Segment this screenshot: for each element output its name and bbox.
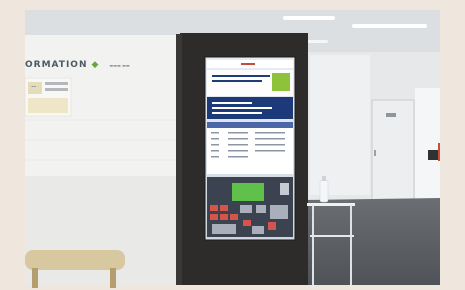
wall-sign-subtext: ▬▬▬ ▬▬ xyxy=(109,63,130,68)
poster-table xyxy=(28,98,68,113)
poster-text-line xyxy=(45,82,68,85)
ceiling-light xyxy=(283,16,335,20)
photo-frame: ⌔ ORMATION ◆ ▬▬▬ ▬▬ xyxy=(0,0,465,290)
bench-leg xyxy=(110,268,116,288)
message-line xyxy=(212,102,252,104)
wifi-symbol: ⌔ xyxy=(30,84,38,93)
floor xyxy=(305,198,440,285)
side-table-leg xyxy=(350,205,352,285)
screen-brand-mark xyxy=(241,63,255,65)
distant-object xyxy=(438,143,440,161)
message-line xyxy=(212,112,262,114)
bench-seat xyxy=(25,250,125,270)
door-handle xyxy=(374,150,376,156)
map-legend xyxy=(280,183,289,195)
right-matte xyxy=(440,10,465,290)
list-header-bar xyxy=(207,122,293,128)
side-table-leg xyxy=(312,205,314,285)
message-line xyxy=(212,107,272,109)
banner-green-image xyxy=(272,73,290,91)
right-opening xyxy=(415,88,440,200)
screen-list xyxy=(207,122,293,174)
map-green-zone xyxy=(232,183,264,201)
poster-text-line xyxy=(45,88,68,91)
bench-leg xyxy=(32,268,38,288)
banner-title-line xyxy=(212,80,262,82)
office-scene: ⌔ xyxy=(0,0,465,290)
sanitizer-pump xyxy=(322,176,326,181)
banner-title-line xyxy=(212,75,270,77)
kiosk-side xyxy=(176,34,182,285)
side-table-top xyxy=(307,203,355,206)
sanitizer-bottle xyxy=(319,179,329,203)
wall-sign: ORMATION ◆ ▬▬▬ ▬▬ xyxy=(25,60,130,70)
back-wall-panel xyxy=(310,55,370,195)
door-sign-plate xyxy=(386,113,396,117)
side-table-shelf xyxy=(310,235,354,237)
ceiling-light xyxy=(352,24,427,28)
wall-sign-text: ORMATION xyxy=(25,60,88,70)
diamond-icon: ◆ xyxy=(91,60,100,70)
